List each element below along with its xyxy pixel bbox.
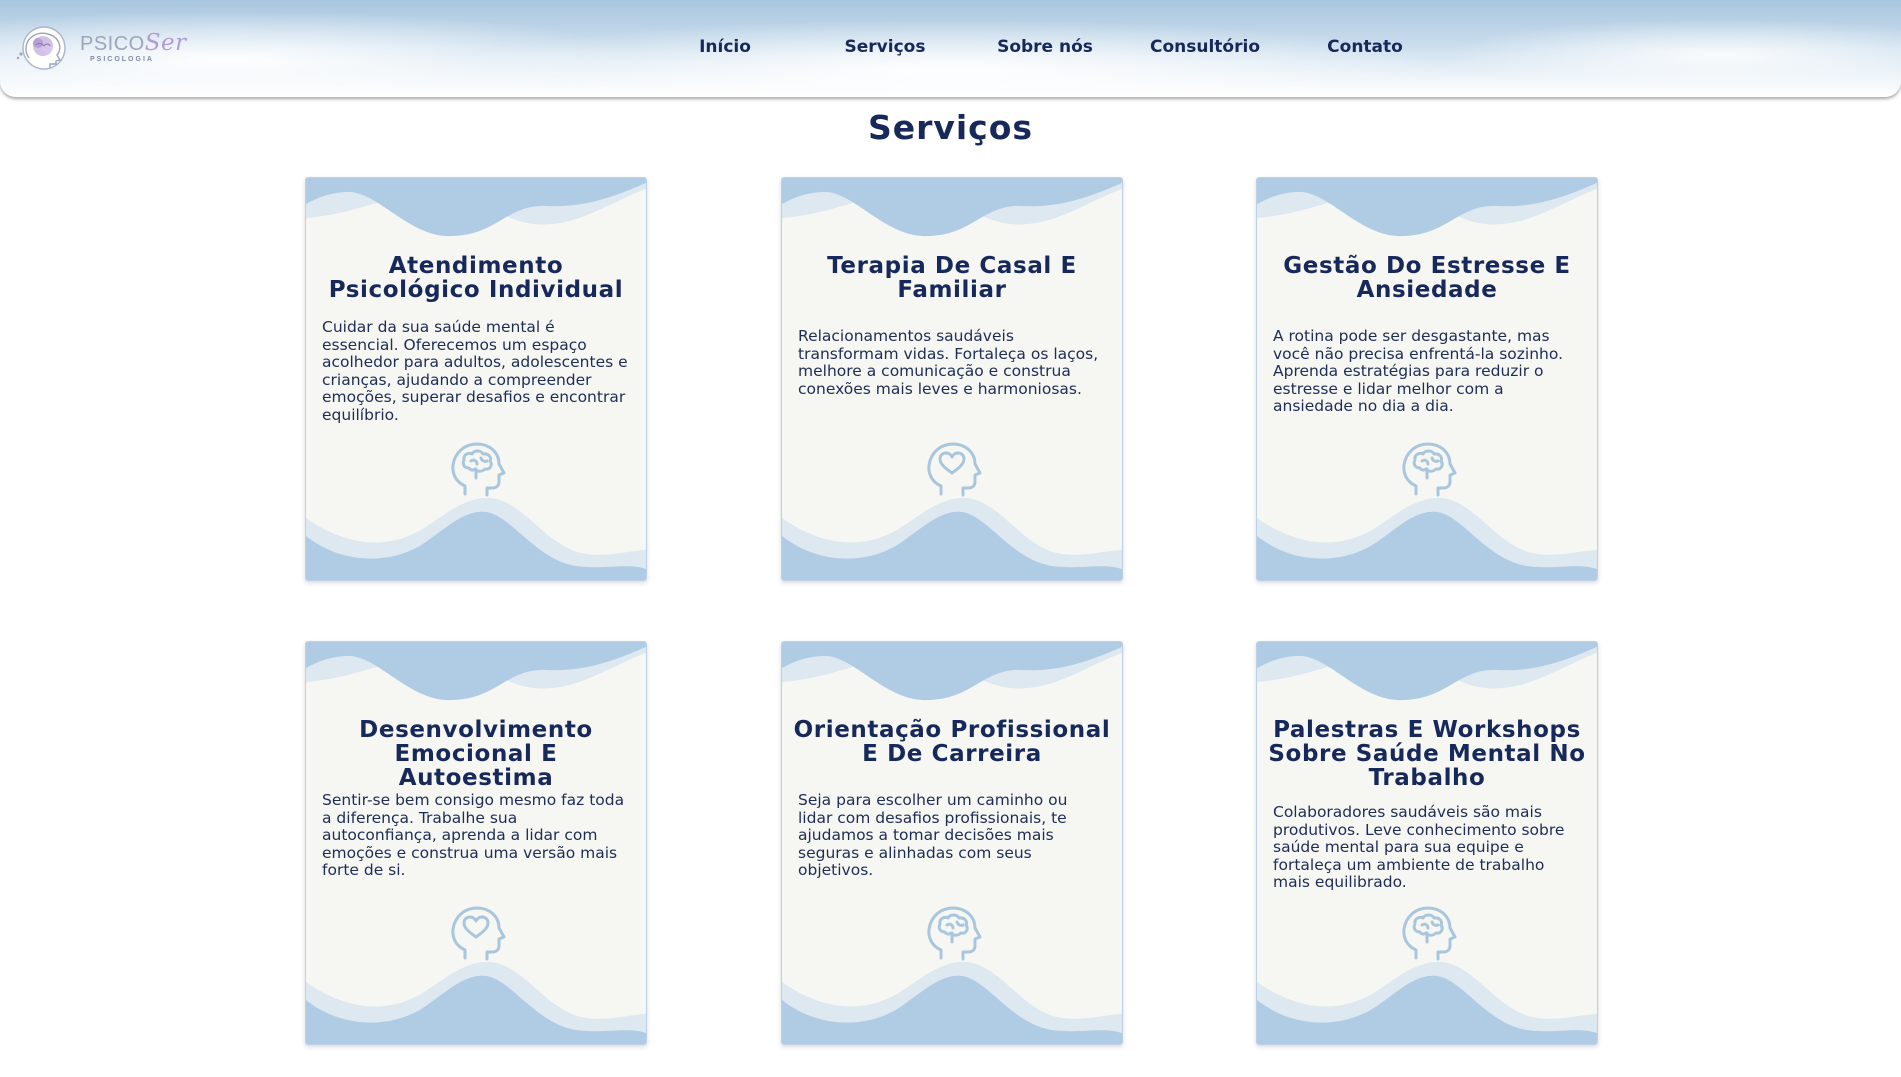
service-card[interactable]: Gestão Do Estresse E Ansiedade A rotina … [1256, 177, 1598, 581]
service-card[interactable]: Atendimento Psicológico Individual Cuida… [305, 177, 647, 581]
bottom-wave-decoration [1257, 954, 1598, 1044]
head-brain-icon [1398, 904, 1458, 964]
bottom-wave-decoration [782, 954, 1123, 1044]
nav-item-consultorio[interactable]: Consultório [1150, 37, 1260, 57]
service-card-title: Gestão Do Estresse E Ansiedade [1283, 253, 1571, 303]
service-card-description: Sentir-se bem consigo mesmo faz toda a d… [322, 791, 625, 880]
service-card-description: Seja para escolher um caminho ou lidar c… [798, 791, 1068, 880]
service-card-title: Desenvolvimento Emocional E Autoestima [359, 717, 593, 791]
service-card[interactable]: Orientação Profissional E De Carreira Se… [781, 641, 1123, 1045]
top-wave-decoration [306, 178, 647, 248]
top-wave-decoration [306, 642, 647, 712]
service-card-description: Colaboradores saudáveis são mais produti… [1273, 803, 1565, 892]
service-card-description: Cuidar da sua saúde mental é essencial. … [322, 318, 628, 424]
bottom-wave-decoration [306, 490, 647, 580]
top-wave-decoration [782, 178, 1123, 248]
nav-item-inicio[interactable]: Início [699, 37, 751, 57]
top-wave-decoration [1257, 178, 1598, 248]
service-card-title: Orientação Profissional E De Carreira [793, 717, 1111, 767]
service-card[interactable]: Desenvolvimento Emocional E Autoestima S… [305, 641, 647, 1045]
service-card-title: Atendimento Psicológico Individual [328, 253, 624, 303]
bottom-wave-decoration [782, 490, 1123, 580]
top-wave-decoration [782, 642, 1123, 712]
nav-item-servicos[interactable]: Serviços [845, 37, 926, 57]
nav-item-contato[interactable]: Contato [1327, 37, 1403, 57]
nav-item-sobre-nos[interactable]: Sobre nós [997, 37, 1093, 57]
service-card-title: Terapia De Casal E Familiar [827, 253, 1077, 303]
service-card-description: A rotina pode ser desgastante, mas você … [1273, 327, 1564, 416]
service-card-title: Palestras E Workshops Sobre Saúde Mental… [1268, 717, 1586, 791]
head-brain-icon [1398, 440, 1458, 500]
head-heart-icon [447, 904, 507, 964]
service-card[interactable]: Palestras E Workshops Sobre Saúde Mental… [1256, 641, 1598, 1045]
service-card[interactable]: Terapia De Casal E Familiar Relacionamen… [781, 177, 1123, 581]
service-card-description: Relacionamentos saudáveis transformam vi… [798, 327, 1099, 398]
head-brain-icon [447, 440, 507, 500]
site-header: PSICOSer PSICOLOGIA Início Serviços Sobr… [0, 0, 1901, 97]
head-heart-icon [923, 440, 983, 500]
section-title: Serviços [867, 108, 1034, 147]
bottom-wave-decoration [1257, 490, 1598, 580]
bottom-wave-decoration [306, 954, 647, 1044]
head-brain-icon [923, 904, 983, 964]
top-wave-decoration [1257, 642, 1598, 712]
main-nav: Início Serviços Sobre nós Consultório Co… [0, 0, 1901, 97]
